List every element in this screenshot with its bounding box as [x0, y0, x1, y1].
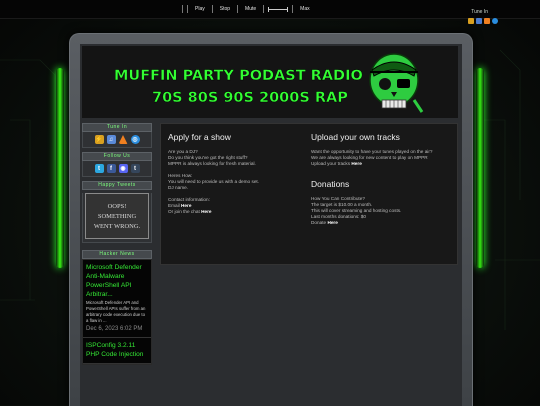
- tweets-error-box: OOPS! SOMETHING WENT WRONG.: [85, 193, 149, 239]
- tune-in-label: Tune In: [471, 9, 488, 15]
- main-frame: MUFFIN PARTY PODAST RADIO 70S 80S 90S 20…: [69, 33, 473, 406]
- donations-info: How You Can Contribute? The target is $1…: [311, 196, 402, 219]
- news-widget: Microsoft Defender Anti-Malware PowerShe…: [82, 259, 152, 365]
- divider: [187, 5, 188, 13]
- banner-subtitle: 70S 80S 90S 2000S RAP: [152, 90, 348, 106]
- upload-label: Upload your tracks: [311, 161, 351, 166]
- email-label: Email: [168, 203, 180, 208]
- upload-link[interactable]: Here: [351, 161, 361, 166]
- tune-in-widget-title: Tune In: [82, 123, 152, 132]
- donate-line: Donate Here: [311, 220, 449, 226]
- winamp-icon[interactable]: ⚡: [94, 135, 104, 144]
- upload-section: Upload your own tracks Want the opportun…: [311, 124, 449, 232]
- error-line: OOPS!: [107, 203, 127, 210]
- chat-label: Or join the chat: [168, 209, 200, 214]
- upload-heading: Upload your own tracks: [311, 132, 400, 142]
- upload-intro: Want the opportunity to have your tunes …: [311, 149, 433, 160]
- winamp-icon[interactable]: [468, 18, 474, 24]
- vlc-icon[interactable]: [484, 18, 490, 24]
- news-widget-title: Hacker News: [82, 250, 152, 259]
- error-line: SOMETHING: [97, 213, 137, 220]
- apply-heading: Apply for a show: [168, 132, 231, 142]
- vlc-icon[interactable]: [118, 135, 128, 144]
- divider: [182, 5, 183, 13]
- media-player-icon[interactable]: [492, 18, 498, 24]
- audio-player: Play Stop Mute Max: [182, 4, 313, 14]
- discord-icon[interactable]: ◉: [118, 164, 128, 173]
- site-banner: MUFFIN PARTY PODAST RADIO 70S 80S 90S 20…: [82, 46, 458, 118]
- tweets-widget: OOPS! SOMETHING WENT WRONG.: [82, 193, 152, 243]
- news-item: ISPConfig 3.2.11 PHP Code Injection: [83, 338, 151, 364]
- play-button[interactable]: Play: [192, 6, 208, 12]
- chat-link[interactable]: Here: [201, 209, 211, 214]
- news-summary: Microsoft Defender API and PowerShell AP…: [86, 300, 146, 323]
- twitter-icon[interactable]: t: [94, 164, 104, 173]
- tweets-widget-title: Happy Tweets: [82, 181, 152, 190]
- news-title-link[interactable]: ISPConfig 3.2.11 PHP Code Injection: [86, 341, 148, 359]
- divider: [237, 5, 239, 13]
- apply-intro: Are you a DJ? Do you think you've got th…: [168, 149, 256, 166]
- upload-line: Upload your tracks Here: [311, 161, 449, 167]
- stop-button[interactable]: Stop: [217, 6, 233, 12]
- news-date: Dec 6, 2023 6:02 PM: [86, 326, 143, 332]
- tune-in-widget: ⚡ ♫ ◎: [82, 132, 152, 148]
- error-line: WENT WRONG.: [93, 223, 141, 230]
- donations-heading: Donations: [311, 179, 350, 189]
- main-content: Apply for a show Are you a DJ? Do you th…: [160, 123, 458, 265]
- banner-title: MUFFIN PARTY PODAST RADIO: [114, 68, 363, 84]
- news-item: Microsoft Defender Anti-Malware PowerShe…: [83, 260, 151, 338]
- tumblr-icon[interactable]: t: [130, 164, 140, 173]
- apply-section: Apply for a show Are you a DJ? Do you th…: [168, 124, 306, 221]
- donate-label: Donate: [311, 220, 327, 225]
- pirate-skull-logo: [369, 53, 424, 113]
- media-player-icon[interactable]: ◎: [130, 135, 140, 144]
- tune-in-icons-top: [468, 18, 498, 24]
- divider: [211, 5, 213, 13]
- mute-button[interactable]: Mute: [242, 6, 259, 12]
- email-link[interactable]: Here: [181, 203, 191, 208]
- top-player-bar: Play Stop Mute Max: [0, 0, 540, 19]
- frame-inner: MUFFIN PARTY PODAST RADIO 70S 80S 90S 20…: [80, 44, 462, 406]
- itunes-icon[interactable]: ♫: [106, 135, 116, 144]
- contact-label: Contact information:: [168, 197, 210, 202]
- divider: [263, 5, 265, 13]
- apply-contact: Contact information: Email Here Or join th…: [168, 197, 306, 215]
- volume-slider[interactable]: [268, 6, 289, 12]
- follow-us-widget: t f ◉ t: [82, 161, 152, 177]
- donate-link[interactable]: Here: [327, 220, 337, 225]
- max-volume-button[interactable]: Max: [297, 6, 312, 12]
- divider: [292, 5, 294, 13]
- follow-us-widget-title: Follow Us: [82, 152, 152, 161]
- apply-howto: Heres How: You will need to provide us w…: [168, 173, 260, 190]
- left-sidebar: Tune In ⚡ ♫ ◎ Follow Us t f ◉ t Happy Tw…: [82, 123, 152, 365]
- facebook-icon[interactable]: f: [106, 164, 116, 173]
- news-title-link[interactable]: Microsoft Defender Anti-Malware PowerShe…: [86, 263, 148, 299]
- itunes-icon[interactable]: [476, 18, 482, 24]
